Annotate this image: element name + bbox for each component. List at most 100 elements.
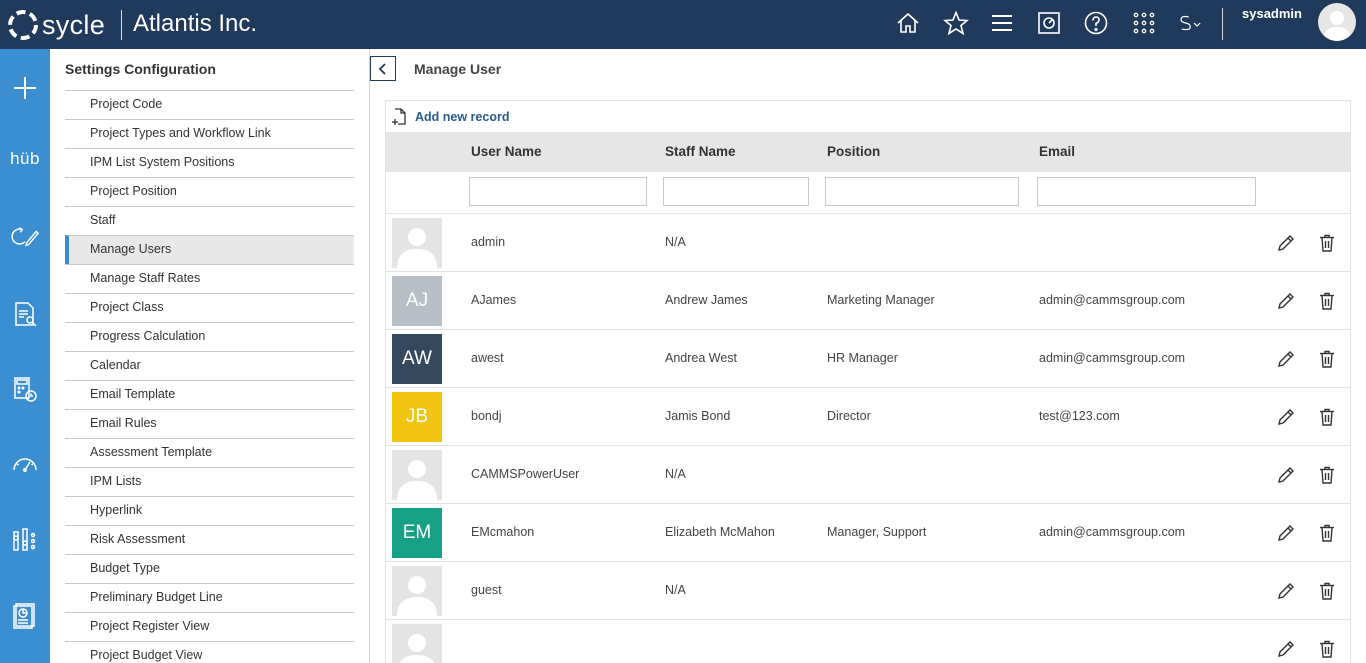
vault-icon[interactable]	[1034, 8, 1064, 38]
menu-icon[interactable]	[987, 8, 1017, 38]
pencil-icon[interactable]	[1275, 580, 1297, 602]
trash-icon[interactable]	[1316, 638, 1338, 660]
col-header-staff-name[interactable]: Staff Name	[665, 144, 736, 159]
trash-icon[interactable]	[1316, 232, 1338, 254]
sycle-logo[interactable]: sycle	[6, 8, 105, 42]
add-icon[interactable]	[0, 68, 50, 108]
user-name-cell: admin	[471, 235, 506, 249]
staff-name-cell: N/A	[665, 235, 686, 249]
trash-icon[interactable]	[1316, 290, 1338, 312]
username-label[interactable]: sysadmin	[1242, 6, 1302, 21]
sycle-dropdown-icon[interactable]	[1174, 8, 1208, 38]
staff-name-cell: Jamis Bond	[665, 409, 731, 423]
page-title: Manage User	[414, 61, 502, 77]
table-row[interactable]: JB bondj Jamis Bond Director test@123.com	[386, 388, 1350, 446]
main-content: Manage User Add new record User Name Sta…	[370, 49, 1366, 663]
trash-icon[interactable]	[1316, 464, 1338, 486]
apps-grid-icon[interactable]	[1129, 8, 1159, 38]
back-button[interactable]	[370, 56, 396, 81]
settings-item-manage-staff-rates[interactable]: Manage Staff Rates	[65, 264, 354, 293]
pencil-icon[interactable]	[1275, 290, 1297, 312]
table-row[interactable]	[386, 620, 1350, 663]
avatar	[392, 450, 442, 500]
trash-icon[interactable]	[1316, 348, 1338, 370]
analytics-icon[interactable]	[0, 520, 50, 560]
settings-item-calendar[interactable]: Calendar	[65, 351, 354, 380]
report-search-icon[interactable]	[0, 294, 50, 334]
settings-list: Project Code Project Types and Workflow …	[65, 90, 354, 663]
pencil-icon[interactable]	[1275, 464, 1297, 486]
star-icon[interactable]	[941, 8, 971, 38]
settings-item-email-rules[interactable]: Email Rules	[65, 409, 354, 438]
avatar	[392, 218, 442, 268]
settings-item-project-types[interactable]: Project Types and Workflow Link	[65, 119, 354, 148]
chevron-left-icon	[378, 62, 386, 75]
trash-icon[interactable]	[1316, 406, 1338, 428]
settings-item-assessment-template[interactable]: Assessment Template	[65, 438, 354, 467]
settings-item-staff[interactable]: Staff	[65, 206, 354, 235]
trash-icon[interactable]	[1316, 580, 1338, 602]
settings-item-project-register-view[interactable]: Project Register View	[65, 612, 354, 641]
trash-icon[interactable]	[1316, 522, 1338, 544]
table-row[interactable]: CAMMSPowerUser N/A	[386, 446, 1350, 504]
email-cell: admin@cammsgroup.com	[1039, 525, 1186, 539]
hub-logo[interactable]: hüb	[0, 139, 50, 179]
staff-name-cell: Elizabeth McMahon	[665, 525, 775, 539]
pencil-icon[interactable]	[1275, 348, 1297, 370]
company-name: Atlantis Inc.	[133, 10, 258, 37]
grid-rows: admin N/A AJ AJames Andrew James Marketing Ma…	[386, 214, 1350, 663]
filter-user-name-input[interactable]	[469, 177, 647, 206]
filter-email-input[interactable]	[1037, 177, 1256, 206]
settings-item-budget-type[interactable]: Budget Type	[65, 554, 354, 583]
staff-name-cell: Andrea West	[665, 351, 738, 365]
settings-item-preliminary-budget-line[interactable]: Preliminary Budget Line	[65, 583, 354, 612]
settings-item-project-budget-view[interactable]: Project Budget View	[65, 641, 354, 663]
dashboard-report-icon[interactable]	[0, 595, 50, 635]
user-name-cell: AJames	[471, 293, 517, 307]
edit-cycle-icon[interactable]	[0, 217, 50, 257]
filter-staff-name-input[interactable]	[663, 177, 809, 206]
email-cell: test@123.com	[1039, 409, 1120, 423]
settings-item-manage-users[interactable]: Manage Users	[65, 235, 354, 264]
email-cell: admin@cammsgroup.com	[1039, 351, 1186, 365]
user-name-cell: CAMMSPowerUser	[471, 467, 580, 481]
home-icon[interactable]	[893, 8, 923, 38]
email-cell: admin@cammsgroup.com	[1039, 293, 1186, 307]
col-header-user-name[interactable]: User Name	[471, 144, 542, 159]
table-row[interactable]: guest N/A	[386, 562, 1350, 620]
user-avatar[interactable]	[1318, 3, 1356, 41]
settings-item-hyperlink[interactable]: Hyperlink	[65, 496, 354, 525]
filter-row	[386, 172, 1350, 214]
pencil-icon[interactable]	[1275, 232, 1297, 254]
settings-item-ipm-list-system-positions[interactable]: IPM List System Positions	[65, 148, 354, 177]
table-row[interactable]: EM EMcmahon Elizabeth McMahon Manager, Supp…	[386, 504, 1350, 562]
settings-panel: Settings Configuration Project Code Proj…	[50, 49, 370, 663]
position-cell: Director	[827, 409, 871, 423]
default-avatar-icon	[397, 228, 437, 268]
col-header-position[interactable]: Position	[827, 144, 880, 159]
add-record-button[interactable]: Add new record	[391, 108, 509, 126]
table-row[interactable]: AW awest Andrea West HR Manager admin@cammsg…	[386, 330, 1350, 388]
settings-item-project-position[interactable]: Project Position	[65, 177, 354, 206]
table-row[interactable]: AJ AJames Andrew James Marketing Manager adm…	[386, 272, 1350, 330]
settings-item-email-template[interactable]: Email Template	[65, 380, 354, 409]
gauge-icon[interactable]	[0, 444, 50, 484]
default-avatar-icon	[397, 460, 437, 500]
logo-text: sycle	[42, 9, 106, 40]
calculator-clock-icon[interactable]	[0, 369, 50, 409]
help-icon[interactable]	[1081, 8, 1111, 38]
add-file-icon	[392, 108, 406, 125]
col-header-email[interactable]: Email	[1039, 144, 1075, 159]
filter-position-input[interactable]	[825, 177, 1019, 206]
settings-item-ipm-lists[interactable]: IPM Lists	[65, 467, 354, 496]
avatar	[392, 624, 442, 663]
settings-item-progress-calculation[interactable]: Progress Calculation	[65, 322, 354, 351]
pencil-icon[interactable]	[1275, 522, 1297, 544]
settings-item-risk-assessment[interactable]: Risk Assessment	[65, 525, 354, 554]
table-row[interactable]: admin N/A	[386, 214, 1350, 272]
default-avatar-icon	[397, 576, 437, 616]
pencil-icon[interactable]	[1275, 638, 1297, 660]
settings-item-project-code[interactable]: Project Code	[65, 90, 354, 119]
settings-item-project-class[interactable]: Project Class	[65, 293, 354, 322]
pencil-icon[interactable]	[1275, 406, 1297, 428]
